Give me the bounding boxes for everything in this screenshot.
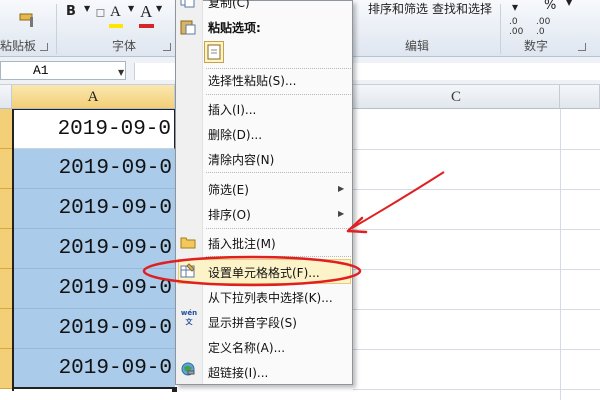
sort-filter-button[interactable]: 排序和筛选 xyxy=(368,0,428,17)
clipboard-launcher-icon[interactable] xyxy=(40,43,48,51)
fill-dropdown-icon[interactable]: ▼ xyxy=(128,4,134,13)
name-box-dropdown-icon[interactable]: ▼ xyxy=(118,68,124,77)
decrease-decimal-button[interactable]: .00 .0 xyxy=(536,17,560,37)
cell-a7[interactable]: 2019-09-0 xyxy=(12,349,175,389)
menu-item-paste-special[interactable]: 选择性粘贴(S)... xyxy=(208,72,296,89)
menu-item-copy[interactable]: 复制(C) xyxy=(208,0,250,11)
paste-options-header: 粘贴选项: xyxy=(208,21,261,35)
row-header[interactable] xyxy=(0,109,12,149)
fill-color-icon: A xyxy=(110,4,121,20)
select-all-corner[interactable] xyxy=(0,85,12,109)
gridline xyxy=(353,309,600,310)
cell-a4[interactable]: 2019-09-0 xyxy=(12,229,175,269)
menu-item-pick-from-list[interactable]: 从下拉列表中选择(K)... xyxy=(208,289,333,306)
number-launcher-icon[interactable] xyxy=(578,43,586,51)
font-launcher-icon[interactable] xyxy=(163,43,171,51)
clipboard-group-label: 粘贴板 xyxy=(0,39,37,53)
fill-color-swatch xyxy=(109,24,123,28)
gridline xyxy=(560,109,561,400)
row-header[interactable] xyxy=(0,309,12,349)
menu-separator xyxy=(206,172,351,173)
gridline xyxy=(353,269,600,270)
bold-button[interactable]: B xyxy=(66,4,76,19)
selection-border xyxy=(12,109,14,391)
column-header-d[interactable] xyxy=(560,85,600,109)
menu-item-insert[interactable]: 插入(I)... xyxy=(208,101,256,118)
menu-item-insert-comment[interactable]: 插入批注(M) xyxy=(208,235,276,252)
menu-item-phonetic[interactable]: 显示拼音字段(S) xyxy=(208,314,297,331)
menu-item-hyperlink[interactable]: 超链接(I)... xyxy=(208,364,268,381)
format-painter-icon[interactable] xyxy=(18,10,38,28)
copy-icon xyxy=(180,0,195,8)
hyperlink-globe-icon xyxy=(181,362,195,376)
menu-separator xyxy=(206,228,351,229)
fill-handle[interactable] xyxy=(172,387,177,392)
percent-dropdown-icon[interactable]: ▼ xyxy=(566,0,572,7)
menu-separator xyxy=(206,94,351,95)
cell-a2[interactable]: 2019-09-0 xyxy=(12,149,175,189)
accounting-format-icon[interactable]: ▾ xyxy=(512,0,518,14)
column-header-c[interactable]: C xyxy=(353,85,560,109)
bold-dropdown-icon[interactable]: ▼ xyxy=(84,4,90,13)
row-header[interactable] xyxy=(0,349,12,389)
percent-button[interactable]: % xyxy=(544,0,556,13)
font-color-swatch xyxy=(139,24,154,28)
cell-a3[interactable]: 2019-09-0 xyxy=(12,189,175,229)
find-select-button[interactable]: 查找和选择 xyxy=(432,0,492,17)
menu-item-sort[interactable]: 排序(O) xyxy=(208,206,251,223)
gridline xyxy=(353,389,600,390)
comment-folder-icon xyxy=(180,237,196,249)
menu-item-format-cells[interactable]: 设置单元格格式(F)... xyxy=(208,264,320,281)
gridline xyxy=(353,349,600,350)
row-header[interactable] xyxy=(0,269,12,309)
menu-item-clear-contents[interactable]: 清除内容(N) xyxy=(208,151,274,168)
menu-separator xyxy=(206,68,351,69)
font-color-icon: A xyxy=(140,2,153,21)
menu-item-delete[interactable]: 删除(D)... xyxy=(208,126,262,143)
number-group-label: 数字 xyxy=(524,39,549,53)
column-header-a[interactable]: A xyxy=(12,85,175,109)
paste-clipboard-icon xyxy=(207,44,221,60)
group-separator xyxy=(500,4,501,54)
annotation-arrow xyxy=(351,171,445,229)
sort-submenu-arrow-icon: ▶ xyxy=(338,209,345,218)
increase-decimal-button[interactable]: .0 .00 xyxy=(509,17,533,37)
row-header[interactable] xyxy=(0,229,12,269)
cell-a5[interactable]: 2019-09-0 xyxy=(12,269,175,309)
cell-a1[interactable]: 2019-09-0 xyxy=(12,109,175,149)
gridline xyxy=(353,149,600,150)
format-cells-icon xyxy=(180,263,195,278)
row-header[interactable] xyxy=(0,189,12,229)
font-color-dropdown-icon[interactable]: ▼ xyxy=(156,4,162,13)
gridline xyxy=(353,189,600,190)
border-icon[interactable]: ▫ xyxy=(95,2,106,21)
paste-option-button[interactable] xyxy=(204,41,224,63)
row-header[interactable] xyxy=(0,149,12,189)
phonetic-icon: wén 文 xyxy=(180,309,198,326)
paste-icon xyxy=(180,20,196,35)
font-color-button[interactable]: A xyxy=(140,2,152,22)
fill-color-button[interactable]: A xyxy=(110,4,121,21)
cell-a6[interactable]: 2019-09-0 xyxy=(12,309,175,349)
font-group-label: 字体 xyxy=(112,39,137,53)
menu-item-define-name[interactable]: 定义名称(A)... xyxy=(208,339,285,356)
menu-item-filter[interactable]: 筛选(E) xyxy=(208,181,249,198)
group-separator xyxy=(56,4,57,54)
gridline xyxy=(353,229,600,230)
name-box[interactable]: A1 xyxy=(0,61,126,80)
menu-separator xyxy=(206,256,351,257)
filter-submenu-arrow-icon: ▶ xyxy=(338,184,345,193)
editing-group-label: 编辑 xyxy=(405,39,430,53)
